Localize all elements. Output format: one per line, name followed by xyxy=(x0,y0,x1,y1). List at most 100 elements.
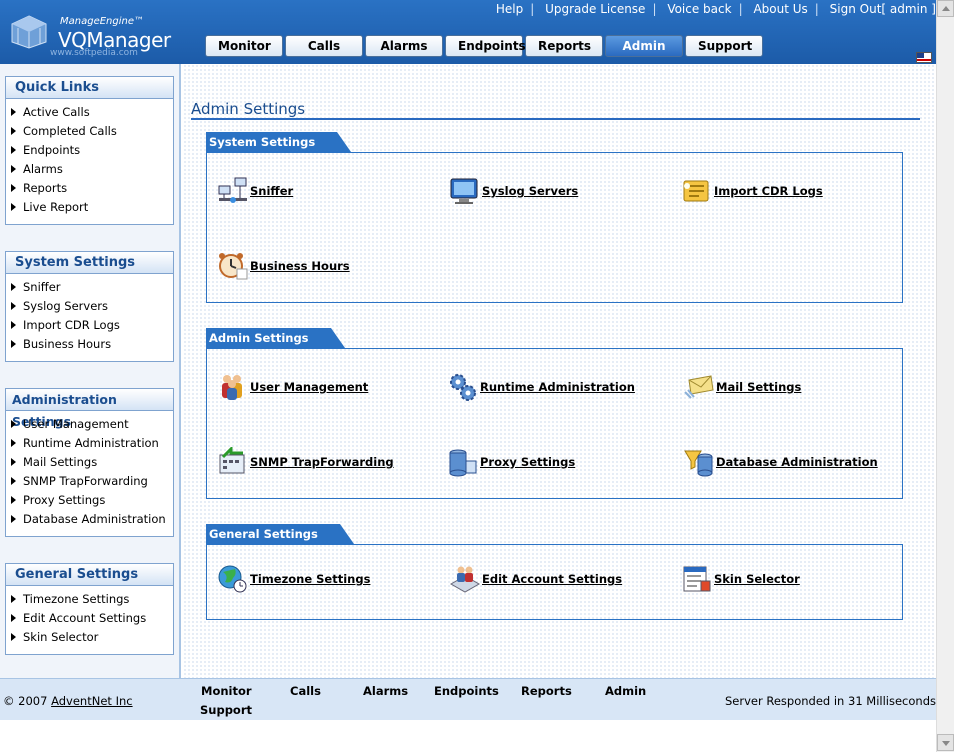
adventnet-link[interactable]: AdventNet Inc xyxy=(51,694,133,708)
sidebar-item-database-administration[interactable]: Database Administration xyxy=(11,510,173,529)
tab-endpoints[interactable]: Endpoints xyxy=(445,35,526,57)
network-computers-icon xyxy=(218,177,247,203)
vqmanager-logo[interactable]: ManageEngine™ VQManager www.softpedia.co… xyxy=(8,10,188,58)
section-title: General Settings xyxy=(206,524,354,544)
tab-admin[interactable]: Admin xyxy=(605,35,683,57)
sidebar-item-completed-calls[interactable]: Completed Calls xyxy=(11,122,173,141)
sidebar-item-edit-account-settings[interactable]: Edit Account Settings xyxy=(11,609,173,628)
sidebar-item-proxy-settings[interactable]: Proxy Settings xyxy=(11,491,173,510)
sidebar-item-skin-selector[interactable]: Skin Selector xyxy=(11,628,173,647)
watermark: www.softpedia.com xyxy=(50,48,138,58)
sidebar-item-runtime-administration[interactable]: Runtime Administration xyxy=(11,434,173,453)
sidebar-item-live-report[interactable]: Live Report xyxy=(11,198,173,217)
runtime-administration-label: Runtime Administration xyxy=(480,380,635,394)
footer-link-monitor[interactable]: Monitor xyxy=(201,684,252,698)
cube-logo-icon xyxy=(11,15,47,49)
section-box: User Management Runtime Administration M… xyxy=(206,348,903,499)
about-us-link[interactable]: About Us xyxy=(753,2,807,16)
footer-link-calls[interactable]: Calls xyxy=(290,684,321,698)
monitor-icon xyxy=(450,178,478,204)
main-content: Admin Settings System Settings Sniffer S… xyxy=(183,64,936,678)
gears-icon xyxy=(450,374,476,401)
proxy-settings-link[interactable]: Proxy Settings xyxy=(447,447,575,477)
footer-link-alarms[interactable]: Alarms xyxy=(363,684,408,698)
footer-link-endpoints[interactable]: Endpoints xyxy=(434,684,499,698)
arrow-right-icon xyxy=(11,127,16,135)
database-administration-link[interactable]: Database Administration xyxy=(683,447,878,477)
sidebar: Quick Links Active Calls Completed Calls… xyxy=(0,64,181,678)
app-header: ManageEngine™ VQManager www.softpedia.co… xyxy=(0,0,936,64)
database-filter-icon xyxy=(684,450,713,477)
sign-out-link[interactable]: Sign Out[ admin ] xyxy=(830,2,936,16)
scroll-down-icon[interactable] xyxy=(937,734,954,751)
administration-settings-panel: Administration Settings User Management … xyxy=(5,388,174,537)
sidebar-item-timezone-settings[interactable]: Timezone Settings xyxy=(11,590,173,609)
sidebar-item-endpoints[interactable]: Endpoints xyxy=(11,141,173,160)
sniffer-link[interactable]: Sniffer xyxy=(217,176,293,206)
arrow-right-icon xyxy=(11,146,16,154)
system-settings-panel: System Settings Sniffer Syslog Servers I… xyxy=(5,251,174,362)
tab-calls[interactable]: Calls xyxy=(285,35,363,57)
sidebar-item-mail-settings[interactable]: Mail Settings xyxy=(11,453,173,472)
vertical-scrollbar[interactable] xyxy=(936,0,954,752)
skin-selector-label: Skin Selector xyxy=(714,572,800,586)
mail-settings-link[interactable]: Mail Settings xyxy=(683,372,801,402)
system-settings-section: System Settings Sniffer Syslog Servers I… xyxy=(206,132,903,303)
arrow-right-icon xyxy=(11,184,16,192)
proxy-settings-label: Proxy Settings xyxy=(480,455,576,469)
edit-account-settings-link[interactable]: Edit Account Settings xyxy=(449,564,622,594)
sniffer-label: Sniffer xyxy=(250,184,294,198)
arrow-right-icon xyxy=(11,633,16,641)
sidebar-item-active-calls[interactable]: Active Calls xyxy=(11,103,173,122)
language-flag-icon[interactable] xyxy=(916,52,932,63)
sidebar-item-alarms[interactable]: Alarms xyxy=(11,160,173,179)
arrow-right-icon xyxy=(11,283,16,291)
import-cdr-logs-label: Import CDR Logs xyxy=(714,184,823,198)
tab-alarms[interactable]: Alarms xyxy=(365,35,443,57)
section-title: System Settings xyxy=(206,132,352,152)
footer-link-admin[interactable]: Admin xyxy=(605,684,646,698)
user-management-link[interactable]: User Management xyxy=(217,372,368,402)
copyright: © 2007 AdventNet Inc xyxy=(3,694,133,708)
runtime-administration-link[interactable]: Runtime Administration xyxy=(447,372,635,402)
user-management-label: User Management xyxy=(250,380,369,394)
tab-support[interactable]: Support xyxy=(685,35,763,57)
phone-book-icon xyxy=(683,180,709,202)
mail-settings-label: Mail Settings xyxy=(716,380,802,394)
timezone-settings-label: Timezone Settings xyxy=(250,572,371,586)
help-link[interactable]: Help xyxy=(496,2,523,16)
arrow-right-icon xyxy=(11,458,16,466)
upgrade-license-link[interactable]: Upgrade License xyxy=(545,2,645,16)
tab-reports[interactable]: Reports xyxy=(525,35,603,57)
business-hours-link[interactable]: Business Hours xyxy=(217,251,350,281)
snmp-trapforwarding-link[interactable]: SNMP TrapForwarding xyxy=(217,447,394,477)
footer-link-support[interactable]: Support xyxy=(200,703,252,717)
sidebar-item-reports[interactable]: Reports xyxy=(11,179,173,198)
globe-clock-icon xyxy=(218,565,247,593)
sidebar-item-user-management[interactable]: User Management xyxy=(11,415,173,434)
system-settings-title: System Settings xyxy=(6,252,173,274)
voice-back-link[interactable]: Voice back xyxy=(667,2,731,16)
arrow-right-icon xyxy=(11,420,16,428)
tab-monitor[interactable]: Monitor xyxy=(205,35,283,57)
skin-selector-link[interactable]: Skin Selector xyxy=(681,564,800,594)
sidebar-item-business-hours[interactable]: Business Hours xyxy=(11,335,173,354)
arrow-right-icon xyxy=(11,165,16,173)
trap-forward-icon xyxy=(219,447,245,474)
syslog-servers-link[interactable]: Syslog Servers xyxy=(449,176,578,206)
sidebar-item-snmp-trapforwarding[interactable]: SNMP TrapForwarding xyxy=(11,472,173,491)
import-cdr-logs-link[interactable]: Import CDR Logs xyxy=(681,176,823,206)
section-box: Sniffer Syslog Servers Import CDR Logs B… xyxy=(206,152,903,303)
top-links: Help | Upgrade License | Voice back | About… xyxy=(495,2,936,16)
business-hours-label: Business Hours xyxy=(250,259,350,273)
timezone-settings-link[interactable]: Timezone Settings xyxy=(217,564,370,594)
general-settings-panel: General Settings Timezone Settings Edit … xyxy=(5,563,174,655)
footer-link-reports[interactable]: Reports xyxy=(521,684,572,698)
sidebar-item-syslog-servers[interactable]: Syslog Servers xyxy=(11,297,173,316)
sidebar-item-import-cdr-logs[interactable]: Import CDR Logs xyxy=(11,316,173,335)
arrow-right-icon xyxy=(11,614,16,622)
main-tabs: Monitor Calls Alarms Endpoints Reports A… xyxy=(205,35,763,57)
section-title: Admin Settings xyxy=(206,328,345,348)
scroll-up-icon[interactable] xyxy=(937,0,954,17)
sidebar-item-sniffer[interactable]: Sniffer xyxy=(11,278,173,297)
